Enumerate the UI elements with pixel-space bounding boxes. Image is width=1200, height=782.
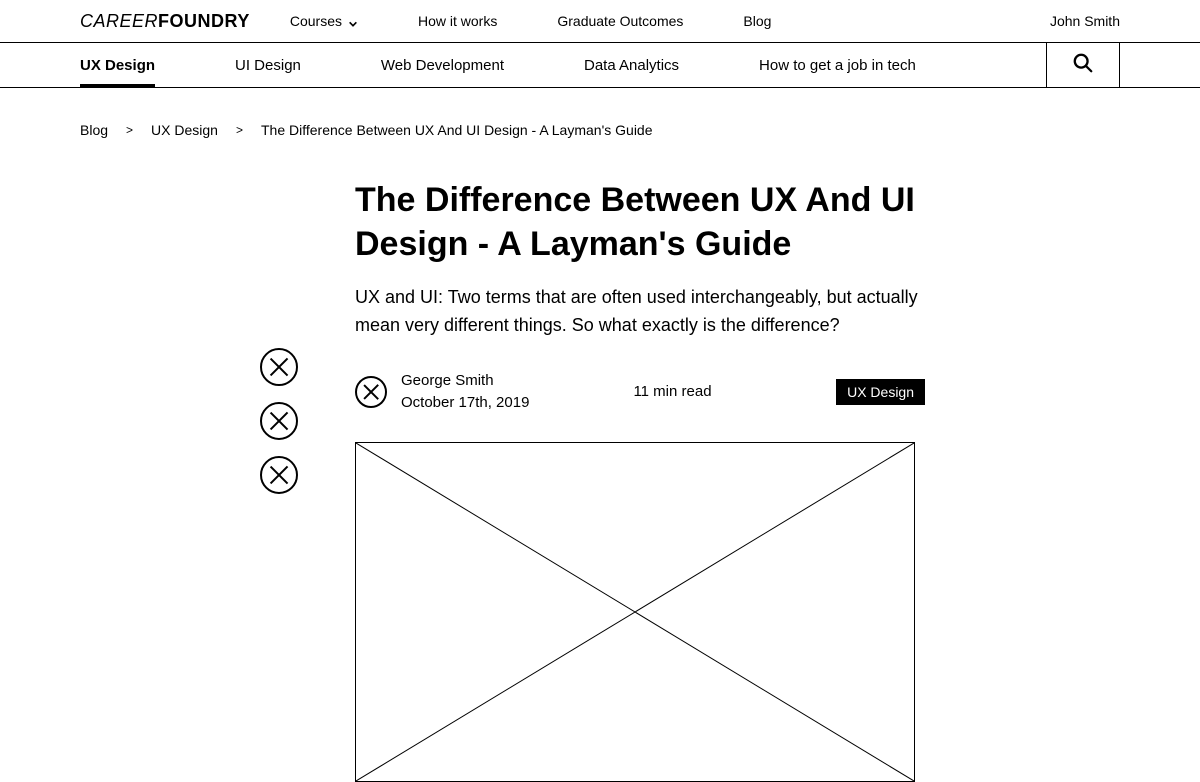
primary-nav: Courses How it works Graduate Outcomes B… (290, 13, 1050, 29)
breadcrumb-separator: > (236, 123, 243, 137)
logo-text-thin: CAREER (80, 11, 158, 31)
tabs-container: UX Design UI Design Web Development Data… (0, 43, 1046, 87)
article-meta: George Smith October 17th, 2019 11 min r… (355, 370, 925, 414)
share-rail (260, 348, 298, 494)
read-time: 11 min read (633, 383, 711, 400)
nav-graduate-outcomes[interactable]: Graduate Outcomes (557, 13, 683, 29)
share-icon-1[interactable] (260, 348, 298, 386)
nav-how-it-works[interactable]: How it works (418, 13, 497, 29)
breadcrumb-blog[interactable]: Blog (80, 122, 108, 138)
category-tabs: UX Design UI Design Web Development Data… (0, 42, 1200, 88)
subnav-spacer (1120, 43, 1200, 87)
category-badge[interactable]: UX Design (836, 379, 925, 405)
nav-courses-label: Courses (290, 13, 342, 29)
user-menu[interactable]: John Smith (1050, 13, 1120, 29)
breadcrumb: Blog > UX Design > The Difference Betwee… (0, 88, 1200, 148)
primary-header: CAREERFOUNDRY Courses How it works Gradu… (0, 0, 1200, 42)
tab-how-to-get-a-job[interactable]: How to get a job in tech (759, 45, 916, 86)
publish-date: October 17th, 2019 (401, 392, 529, 414)
share-icon-2[interactable] (260, 402, 298, 440)
breadcrumb-separator: > (126, 123, 133, 137)
breadcrumb-current: The Difference Between UX And UI Design … (261, 122, 653, 138)
tab-data-analytics[interactable]: Data Analytics (584, 45, 679, 86)
tab-web-development[interactable]: Web Development (381, 45, 504, 86)
search-icon (1072, 52, 1094, 79)
logo[interactable]: CAREERFOUNDRY (80, 11, 250, 32)
content: The Difference Between UX And UI Design … (0, 148, 1200, 782)
author-avatar-icon (355, 376, 387, 408)
breadcrumb-ux-design[interactable]: UX Design (151, 122, 218, 138)
article-lede: UX and UI: Two terms that are often used… (355, 284, 925, 340)
author-block: George Smith October 17th, 2019 (355, 370, 529, 414)
tab-ui-design[interactable]: UI Design (235, 45, 301, 86)
article-title: The Difference Between UX And UI Design … (355, 178, 925, 266)
author-name: George Smith (401, 370, 529, 392)
search-button[interactable] (1046, 43, 1120, 87)
nav-blog[interactable]: Blog (743, 13, 771, 29)
hero-image-placeholder (355, 442, 915, 782)
chevron-down-icon (348, 16, 358, 26)
article: The Difference Between UX And UI Design … (355, 178, 925, 782)
share-icon-3[interactable] (260, 456, 298, 494)
logo-text-bold: FOUNDRY (158, 11, 250, 31)
author-text: George Smith October 17th, 2019 (401, 370, 529, 414)
nav-courses[interactable]: Courses (290, 13, 358, 29)
tab-ux-design[interactable]: UX Design (80, 45, 155, 87)
